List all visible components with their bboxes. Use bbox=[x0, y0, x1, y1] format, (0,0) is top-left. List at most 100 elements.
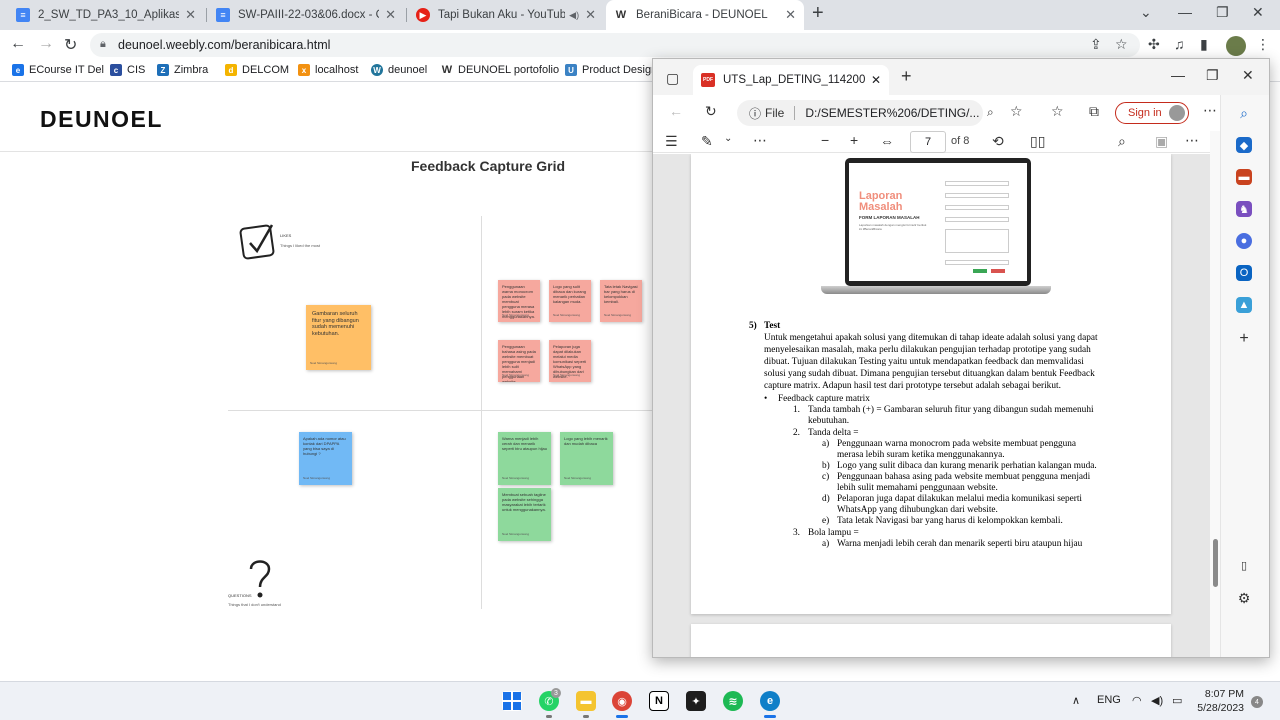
extensions-icon[interactable]: ✣ bbox=[1148, 36, 1160, 53]
tools-icon[interactable]: ▬ bbox=[1236, 169, 1252, 185]
close-icon[interactable]: ✕ bbox=[1242, 67, 1254, 84]
pdf-viewport[interactable]: Laporan Masalah FORM LAPORAN MASALAH Lapo… bbox=[653, 154, 1210, 657]
address-bar[interactable]: ⓘ File D:/SEMESTER%206/DETING/... bbox=[737, 100, 983, 126]
tab-beranibicara[interactable]: W BeraniBicara - DEUNOEL ✕ bbox=[606, 0, 804, 30]
url-text[interactable]: deunoel.weebly.com/beranibicara.html bbox=[118, 38, 330, 52]
back-icon[interactable]: ← bbox=[669, 103, 683, 119]
maximize-icon[interactable]: ❐ bbox=[1206, 67, 1219, 84]
windows-start-icon[interactable] bbox=[502, 691, 522, 711]
close-tab-icon[interactable]: ✕ bbox=[385, 7, 396, 23]
close-tab-icon[interactable]: ✕ bbox=[585, 7, 596, 23]
figma-icon[interactable]: ✦ bbox=[686, 691, 706, 711]
address-bar[interactable]: 🔒︎ deunoel.weebly.com/beranibicara.html bbox=[90, 33, 1140, 57]
laptop-base bbox=[821, 286, 1051, 294]
minimize-icon[interactable]: — bbox=[1178, 4, 1192, 20]
outlook-icon[interactable]: O bbox=[1236, 265, 1252, 281]
back-icon[interactable]: ← bbox=[10, 35, 26, 53]
maximize-icon[interactable]: ❐ bbox=[1216, 4, 1229, 21]
chevron-down-icon[interactable]: ⌄ bbox=[1140, 4, 1152, 21]
info-icon[interactable]: ⓘ bbox=[749, 105, 761, 122]
new-tab-icon[interactable]: + bbox=[812, 2, 824, 25]
page-number-input[interactable]: 7 bbox=[910, 131, 946, 153]
collections-icon[interactable]: ⧉ bbox=[1089, 103, 1099, 120]
star-icon[interactable]: ☆ bbox=[1115, 36, 1128, 53]
games-icon[interactable]: ♞ bbox=[1236, 201, 1252, 217]
bookmark-localhost[interactable]: x localhost bbox=[298, 64, 358, 76]
chrome-icon[interactable]: ◉ bbox=[612, 691, 632, 711]
language-indicator[interactable]: ENG bbox=[1097, 694, 1121, 706]
clock[interactable]: 8:07 PM 5/28/2023 bbox=[1186, 687, 1244, 715]
draw-icon[interactable]: ✎ bbox=[701, 133, 713, 150]
save-icon[interactable]: ▣ bbox=[1155, 133, 1168, 150]
chevron-down-icon[interactable]: ⌄ bbox=[724, 133, 732, 144]
fit-page-icon[interactable]: ⇔ bbox=[880, 133, 894, 149]
zoom-icon[interactable]: ⌕ bbox=[987, 105, 994, 120]
file-explorer-icon[interactable]: ▬ bbox=[576, 691, 596, 711]
new-tab-icon[interactable]: + bbox=[901, 66, 912, 87]
menu-icon[interactable]: ⋮ bbox=[1256, 36, 1270, 53]
minimize-icon[interactable]: — bbox=[1171, 67, 1185, 83]
volume-icon[interactable]: ◀) bbox=[1151, 694, 1163, 707]
file-label: File bbox=[765, 106, 785, 120]
shopping-icon[interactable]: ◆ bbox=[1236, 137, 1252, 153]
tab-google-docs-1[interactable]: ≡ 2_SW_TD_PA3_10_Aplikasi Berani ✕ bbox=[8, 0, 204, 30]
search-icon[interactable]: ⌕ bbox=[1118, 133, 1126, 150]
share-icon[interactable]: ⇪ bbox=[1090, 36, 1102, 53]
reload-icon[interactable]: ↻ bbox=[705, 103, 717, 120]
page-view-icon[interactable]: ▯▯ bbox=[1030, 133, 1045, 150]
sidebar-toggle-icon[interactable]: ▯ bbox=[1236, 557, 1252, 573]
media-icon[interactable]: ♫ bbox=[1174, 36, 1185, 52]
forward-icon[interactable]: → bbox=[38, 35, 54, 53]
bookmark-zimbra[interactable]: Z Zimbra bbox=[157, 64, 208, 76]
search-icon[interactable]: ⌕ bbox=[1236, 105, 1252, 121]
bookmark-product-design[interactable]: U Product Design bbox=[565, 64, 657, 76]
edge-icon[interactable]: e bbox=[760, 691, 780, 711]
bookmark-deunoel-portofolio[interactable]: W DEUNOEL portofolio bbox=[441, 64, 559, 76]
add-favorite-icon[interactable]: ☆ bbox=[1010, 103, 1023, 120]
scrollbar-thumb[interactable] bbox=[1213, 539, 1218, 587]
site-logo[interactable]: DEUNOEL bbox=[40, 106, 163, 133]
pdf-scrollbar[interactable] bbox=[1210, 131, 1220, 657]
bookmark-ecourse[interactable]: e ECourse IT Del bbox=[12, 64, 104, 76]
tab-pdf[interactable]: PDF UTS_Lap_DETING_11420068_Put ✕ bbox=[693, 65, 889, 95]
close-tab-icon[interactable]: ✕ bbox=[185, 7, 196, 23]
avatar[interactable] bbox=[1226, 36, 1246, 56]
tab-youtube-music[interactable]: ▶ Tapi Bukan Aku - YouTube M ◀) ✕ bbox=[408, 0, 604, 30]
side-panel-icon[interactable]: ▮ bbox=[1200, 36, 1208, 53]
zoom-in-icon[interactable]: + bbox=[850, 132, 858, 148]
youtube-music-icon: ▶ bbox=[416, 8, 430, 22]
tab-actions-icon[interactable]: ▢ bbox=[666, 70, 679, 87]
drop-icon[interactable]: ▲ bbox=[1236, 297, 1252, 313]
bookmark-delcom[interactable]: d DELCOM bbox=[225, 64, 289, 76]
spotify-icon[interactable]: ≋ bbox=[723, 691, 743, 711]
sub-letter: b) bbox=[822, 461, 830, 471]
bookmark-cis[interactable]: c CIS bbox=[110, 64, 145, 76]
mockup-textarea bbox=[945, 229, 1009, 253]
rotate-icon[interactable]: ⟲ bbox=[992, 133, 1004, 150]
favorites-icon[interactable]: ☆ bbox=[1051, 103, 1064, 120]
more-icon[interactable]: ⋯ bbox=[1203, 102, 1217, 119]
settings-icon[interactable]: ⚙ bbox=[1236, 590, 1252, 606]
tab-google-docs-2[interactable]: ≡ SW-PAIII-22-03&06.docx - Googl ✕ bbox=[208, 0, 404, 30]
close-tab-icon[interactable]: ✕ bbox=[785, 7, 796, 23]
speaker-icon[interactable]: ◀) bbox=[569, 10, 579, 21]
more-tools-icon[interactable]: ⋯ bbox=[753, 132, 767, 149]
notification-badge[interactable]: 4 bbox=[1251, 696, 1263, 708]
url-text[interactable]: D:/SEMESTER%206/DETING/... bbox=[805, 106, 979, 120]
bookmark-deunoel[interactable]: Wdeunoel bbox=[371, 64, 427, 76]
notion-icon[interactable]: N bbox=[649, 691, 669, 711]
contents-icon[interactable]: ☰ bbox=[665, 133, 678, 150]
sign-in-button[interactable]: Sign in bbox=[1115, 102, 1189, 124]
list-text: Tanda delta = bbox=[808, 428, 859, 438]
lock-icon[interactable]: 🔒︎ bbox=[100, 38, 106, 51]
more-icon[interactable]: ⋯ bbox=[1185, 132, 1199, 149]
zoom-out-icon[interactable]: − bbox=[821, 132, 829, 148]
chevron-up-icon[interactable]: ∧ bbox=[1072, 694, 1080, 707]
reload-icon[interactable]: ↻ bbox=[64, 35, 77, 55]
close-icon[interactable]: ✕ bbox=[1252, 4, 1264, 21]
wifi-icon[interactable]: ◠ bbox=[1132, 694, 1142, 707]
microsoft-365-icon[interactable]: ● bbox=[1236, 233, 1252, 249]
add-icon[interactable]: + bbox=[1236, 330, 1252, 347]
close-tab-icon[interactable]: ✕ bbox=[871, 73, 881, 87]
battery-icon[interactable]: ▭ bbox=[1172, 694, 1182, 707]
